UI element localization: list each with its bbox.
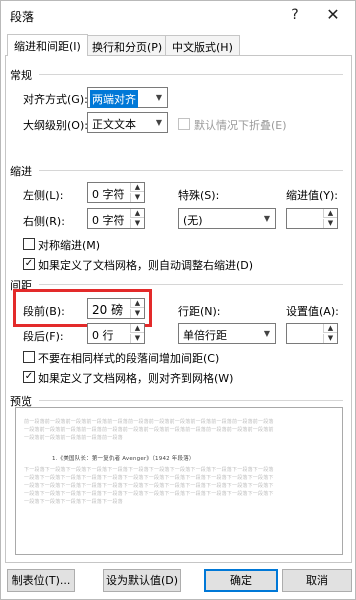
spin-down-icon[interactable]: ▼ [130,334,144,343]
tab-asian-typography[interactable]: 中文版式(H) [165,35,240,55]
preview-prev-line: 一段落前一段落前一段落前一段落前一段落 [24,435,123,441]
general-heading: 常规 [10,69,32,82]
spacing-at-label: 设置值(A): [286,305,339,318]
chevron-down-icon: ▼ [263,329,271,338]
special-indent-label: 特殊(S): [178,189,220,202]
indent-by-spinner[interactable]: ▲ ▼ [286,208,338,229]
help-button[interactable]: ? [281,4,309,26]
special-indent-value: (无) [183,214,203,227]
preview-prev-line: 前一段落前一段落前一段落前一段落前一段落前一段落前一段落前一段落前一段落前一段落… [24,419,274,425]
line-spacing-label: 行距(N): [178,305,221,318]
chevron-down-icon: ▼ [263,214,271,223]
spacing-at-spinner[interactable]: ▲ ▼ [286,323,338,344]
snap-to-grid-checkbox[interactable]: ✓ [23,371,35,383]
collapse-checkbox[interactable] [178,118,190,130]
spacing-after-value: 0 行 [92,329,114,342]
tabs-button[interactable]: 制表位(T)... [7,569,75,592]
spacing-after-label: 段后(F): [23,330,64,343]
spacing-after-spinner[interactable]: 0 行 ▲ ▼ [87,323,145,344]
right-indent-value: 0 字符 [92,214,125,227]
preview-next-line: 一段落下一段落下一段落下一段落下一段落下一段落下一段落下一段落下一段落下一段落下… [24,491,274,497]
auto-adjust-label: 如果定义了文档网格，则自动调整右缩进(D) [38,259,254,272]
dialog-title: 段落 [10,10,35,24]
collapse-label: 默认情况下折叠(E) [194,119,287,132]
spin-up-icon[interactable]: ▲ [323,324,337,333]
indent-separator [39,170,343,171]
alignment-label: 对齐方式(G): [23,93,88,106]
spin-down-icon[interactable]: ▼ [130,193,144,202]
left-indent-label: 左侧(L): [23,189,64,202]
spacing-separator [39,284,343,285]
line-spacing-value: 单倍行距 [183,329,227,342]
spin-down-icon[interactable]: ▼ [130,219,144,228]
outline-level-label: 大纲级别(O): [23,119,88,132]
close-button[interactable]: ✕ [319,4,347,26]
tab-indents-spacing[interactable]: 缩进和间距(I) [7,34,88,56]
special-indent-select[interactable]: (无) ▼ [178,208,276,229]
right-indent-spinner[interactable]: 0 字符 ▲ ▼ [87,208,145,229]
spin-down-icon[interactable]: ▼ [323,334,337,343]
alignment-value: 两端对齐 [90,90,138,108]
highlight-box [13,289,152,327]
paragraph-dialog: 段落 ? ✕ 缩进和间距(I) 换行和分页(P) 中文版式(H) 常规 对齐方式… [0,0,356,600]
spin-up-icon[interactable]: ▲ [130,183,144,192]
snap-to-grid-label: 如果定义了文档网格，则对齐到网格(W) [38,372,234,385]
spin-up-icon[interactable]: ▲ [130,209,144,218]
preview-next-line: 一段落下一段落下一段落下一段落下一段落 [24,499,123,505]
preview-next-line: 一段落下一段落下一段落下一段落下一段落下一段落下一段落下一段落下一段落下一段落下… [24,483,274,489]
indent-heading: 缩进 [10,165,32,178]
spin-up-icon[interactable]: ▲ [323,209,337,218]
outline-level-value: 正文文本 [92,118,136,131]
indent-by-label: 缩进值(Y): [286,189,339,202]
right-indent-label: 右侧(R): [23,215,65,228]
spin-down-icon[interactable]: ▼ [323,219,337,228]
no-space-same-style-label: 不要在相同样式的段落间增加间距(C) [38,352,220,365]
alignment-select[interactable]: 两端对齐 ▼ [87,87,168,108]
general-separator [39,74,343,75]
preview-pane: 前一段落前一段落前一段落前一段落前一段落前一段落前一段落前一段落前一段落前一段落… [15,407,343,555]
preview-next-line: 一段落下一段落下一段落下一段落下一段落下一段落下一段落下一段落下一段落下一段落下… [24,475,274,481]
preview-sample-text: 1.《美国队长：第一复仇者 Avenger》（1942 年段落） [52,456,195,462]
preview-prev-line: 一段落前一段落前一段落前一段落前一段落前一段落前一段落前一段落前一段落前一段落前… [24,427,274,433]
left-indent-spinner[interactable]: 0 字符 ▲ ▼ [87,182,145,203]
preview-next-line: 下一段落下一段落下一段落下一段落下一段落下一段落下一段落下一段落下一段落下一段落… [24,467,274,473]
chevron-down-icon: ▼ [155,118,163,127]
cancel-button[interactable]: 取消 [282,569,352,592]
mirror-indents-label: 对称缩进(M) [38,239,101,252]
auto-adjust-checkbox[interactable]: ✓ [23,258,35,270]
set-default-button[interactable]: 设为默认值(D) [103,569,181,592]
title-bar: 段落 ? ✕ [1,1,355,29]
chevron-down-icon: ▼ [155,93,163,102]
ok-button[interactable]: 确定 [204,569,278,592]
mirror-indents-checkbox[interactable] [23,238,35,250]
left-indent-value: 0 字符 [92,188,125,201]
tab-line-page-breaks[interactable]: 换行和分页(P) [85,35,170,55]
no-space-same-style-checkbox[interactable] [23,351,35,363]
preview-separator [39,400,343,401]
line-spacing-select[interactable]: 单倍行距 ▼ [178,323,276,344]
outline-level-select[interactable]: 正文文本 ▼ [87,112,168,133]
spin-up-icon[interactable]: ▲ [130,324,144,333]
